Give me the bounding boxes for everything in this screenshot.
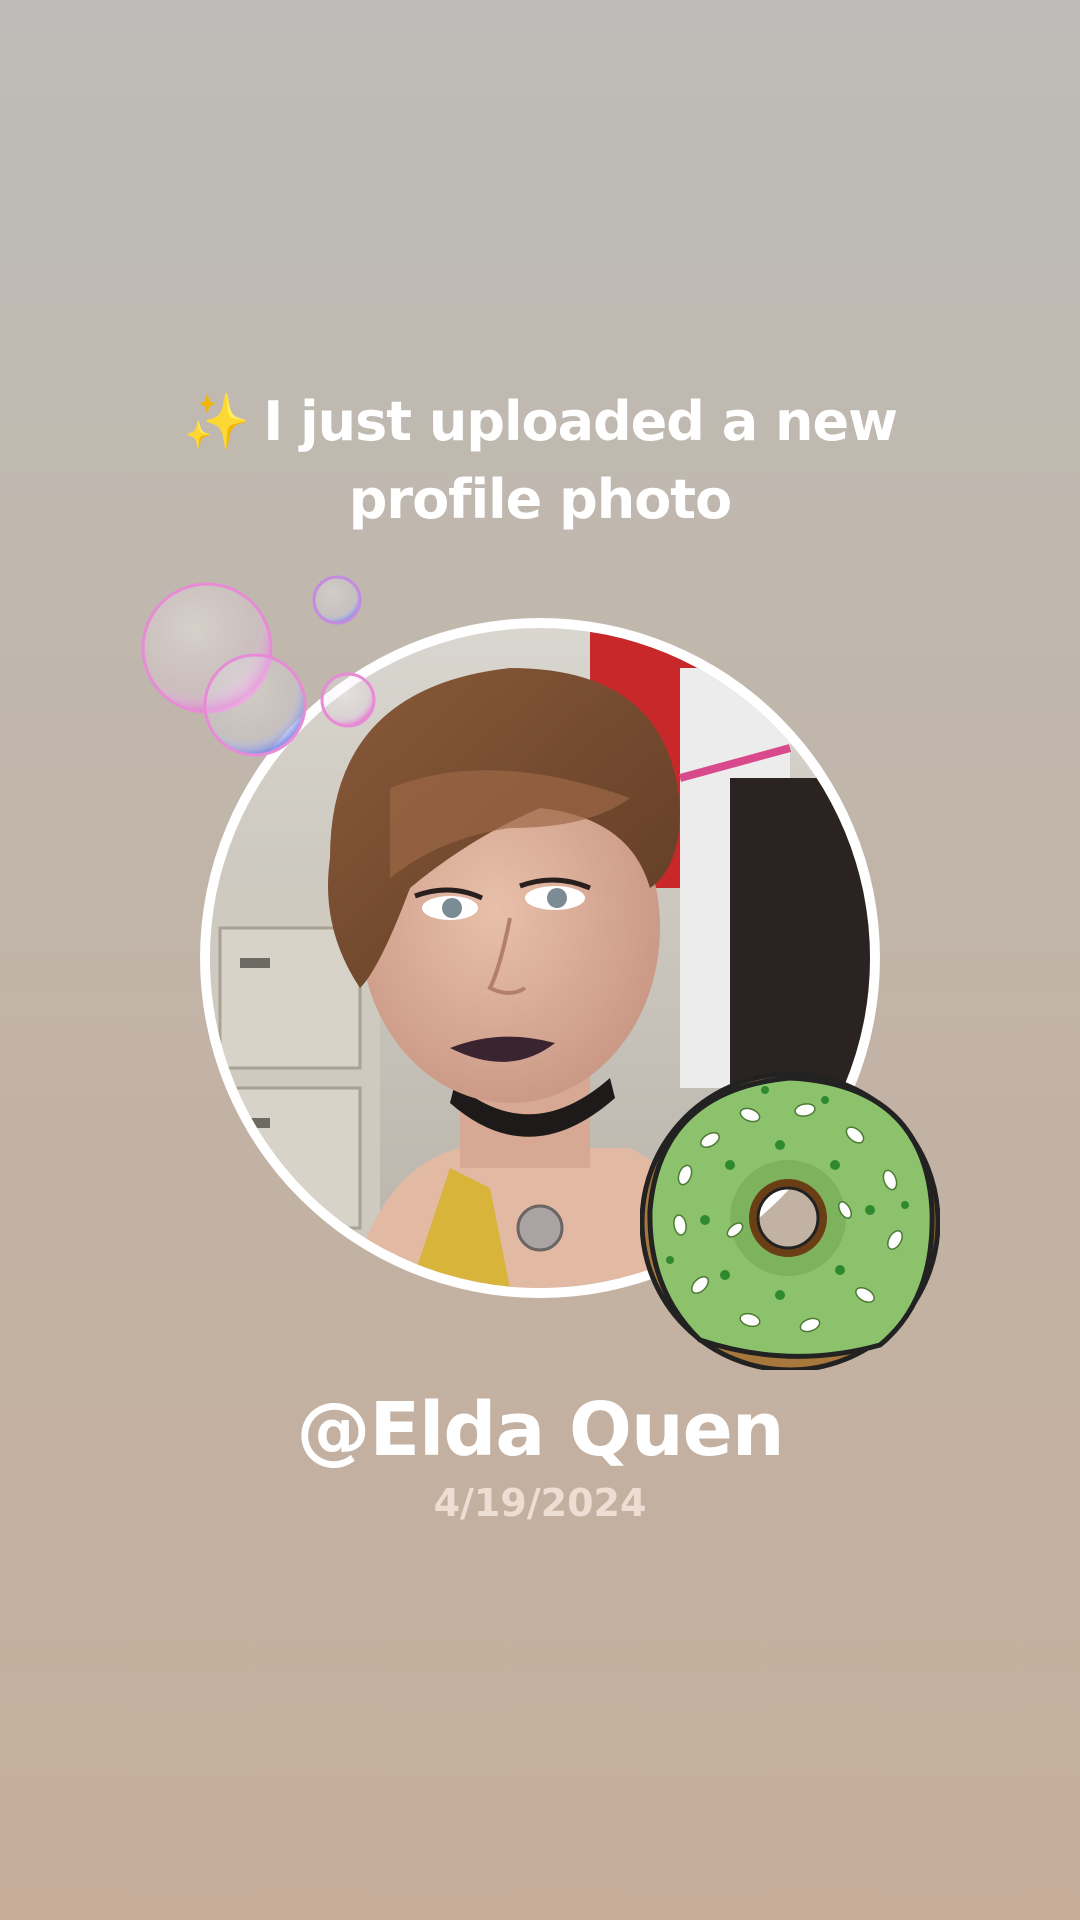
profile-username[interactable]: @Elda Quen [0,1385,1080,1475]
post-headline: ✨ I just uploaded a new profile photo [0,383,1080,539]
headline-line-2: profile photo [348,468,732,531]
donut-sticker [640,1071,940,1370]
post-date: 4/19/2024 [433,1481,647,1525]
bubbles-sticker [141,575,376,757]
sparkles-icon: ✨ [183,390,250,453]
headline-text-1: I just uploaded a new [263,390,898,453]
headline-line-1: ✨ I just uploaded a new [0,383,1080,461]
